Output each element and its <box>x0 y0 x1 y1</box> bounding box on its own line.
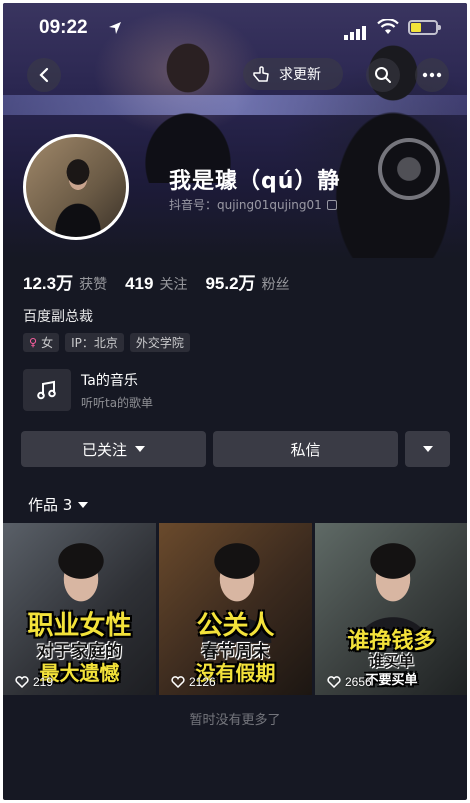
video-thumbnail[interactable]: 职业女性 对于家庭的 最大遗憾 219 <box>3 523 156 695</box>
back-button[interactable] <box>27 58 61 92</box>
stat-label: 关注 <box>159 277 188 293</box>
stat-likes: 12.3万 获赞 <box>23 269 107 294</box>
stat-value: 12.3万 <box>23 274 74 293</box>
stat-following[interactable]: 419 关注 <box>125 274 187 294</box>
female-icon: ♀ <box>29 336 38 349</box>
account-id[interactable]: 抖音号：qujing01qujing01 <box>169 196 337 213</box>
request-update-label: 求更新 <box>279 67 321 83</box>
stat-value: 95.2万 <box>205 274 256 293</box>
location-arrow-icon <box>109 22 121 34</box>
profile-screen: 09:22 求更新 我是璩（qú）静 抖音号：qujing01qujing01 … <box>3 3 467 800</box>
video-likes-count: 2126 <box>189 675 216 689</box>
search-button[interactable] <box>366 58 400 92</box>
music-title: Ta的音乐 <box>81 372 138 389</box>
stat-label: 粉丝 <box>261 277 290 293</box>
tag-label: 女 <box>41 336 54 350</box>
message-label: 私信 <box>290 440 321 459</box>
video-thumbnail[interactable]: 公关人 春节周末 没有假期 2126 <box>159 523 312 695</box>
account-id-text: 抖音号：qujing01qujing01 <box>169 198 322 212</box>
battery-icon <box>408 20 441 35</box>
chevron-down-icon <box>135 446 145 452</box>
tag-label: IP：北京 <box>71 336 118 350</box>
profile-stats: 12.3万 获赞 419 关注 95.2万 粉丝 <box>23 269 308 294</box>
profile-tags: ♀ 女 IP：北京 外交学院 <box>23 333 196 352</box>
tag-gender: ♀ 女 <box>23 333 60 352</box>
stat-value: 419 <box>125 274 154 293</box>
heart-icon <box>171 676 185 688</box>
tag-label: 外交学院 <box>135 336 184 350</box>
works-tab[interactable]: 作品 3 <box>28 494 89 515</box>
heart-icon <box>327 676 341 688</box>
video-thumbnail[interactable]: 谁挣钱多 谁买单 不要买单 2656 <box>315 523 467 695</box>
music-entry[interactable]: Ta的音乐 听听ta的歌单 <box>23 369 153 411</box>
no-more-content-text: 暂时没有更多了 <box>189 713 281 728</box>
request-update-button[interactable]: 求更新 <box>243 58 343 90</box>
music-text: Ta的音乐 听听ta的歌单 <box>81 370 153 411</box>
chevron-down-icon <box>78 501 89 508</box>
profile-bio: 百度副总裁 <box>23 309 93 325</box>
video-likes: 2656 <box>327 675 372 689</box>
music-note-icon <box>23 369 71 411</box>
chevron-left-icon <box>39 67 49 83</box>
search-icon <box>375 67 391 83</box>
more-dots-icon <box>422 72 442 78</box>
video-likes-count: 2656 <box>345 675 372 689</box>
cellular-signal-icon <box>344 21 368 40</box>
video-likes: 219 <box>15 675 53 689</box>
video-caption-line2: 谁买单 <box>368 652 414 670</box>
message-button[interactable]: 私信 <box>213 431 398 467</box>
banner-emblem <box>378 138 440 200</box>
tag-ip-location: IP：北京 <box>65 333 124 352</box>
status-bar: 09:22 <box>3 15 467 40</box>
status-time: 09:22 <box>39 17 88 38</box>
stat-followers[interactable]: 95.2万 粉丝 <box>205 269 289 294</box>
heart-icon <box>15 676 29 688</box>
hand-pointer-icon <box>253 66 269 82</box>
stat-label: 获赞 <box>79 277 108 293</box>
chevron-down-icon <box>422 446 433 452</box>
works-grid: 职业女性 对于家庭的 最大遗憾 219 公关人 春节周末 没有假期 2126 谁… <box>3 523 467 695</box>
followed-label: 已关注 <box>81 440 127 459</box>
wifi-icon <box>377 19 399 34</box>
more-options-button[interactable] <box>415 58 449 92</box>
works-label: 作品 3 <box>28 496 73 514</box>
video-likes-count: 219 <box>33 675 54 689</box>
banner-figure <box>123 23 253 183</box>
recommend-dropdown-button[interactable] <box>405 431 450 467</box>
video-likes: 2126 <box>171 675 216 689</box>
music-subtitle: 听听ta的歌单 <box>81 395 154 410</box>
tag-school[interactable]: 外交学院 <box>129 333 190 352</box>
profile-nickname: 我是璩（qú）静 <box>169 169 341 194</box>
followed-button[interactable]: 已关注 <box>21 431 206 467</box>
avatar[interactable] <box>23 134 129 240</box>
copy-icon[interactable] <box>326 199 337 210</box>
